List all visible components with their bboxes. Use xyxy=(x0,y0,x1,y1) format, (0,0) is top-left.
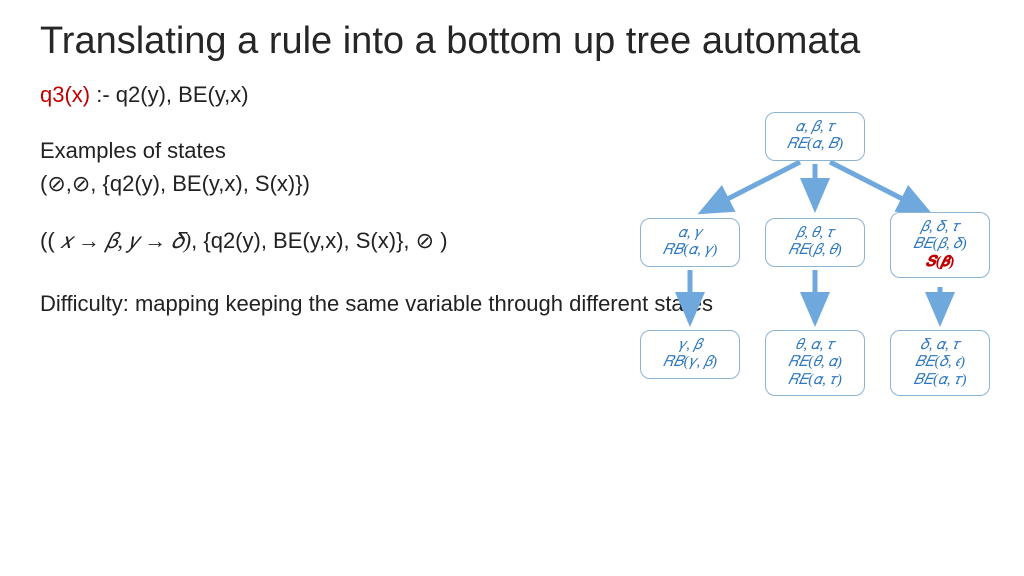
node-line: 𝐵𝐸(𝛽, 𝛿) xyxy=(895,236,985,253)
state-example-1: (⊘,⊘, {q2(y), BE(y,x), S(x)}) xyxy=(40,169,984,200)
node-line: 𝑅𝐵(𝛼, 𝛾) xyxy=(645,242,735,259)
node-line: 𝑅𝐵(𝛾, 𝛽) xyxy=(645,354,735,371)
page-title: Translating a rule into a bottom up tree… xyxy=(40,20,984,64)
tree-root: 𝛼, 𝛽, 𝜏 𝑅𝐸(𝛼, 𝐵) xyxy=(765,112,865,161)
tree-leaf-0: 𝛾, 𝛽 𝑅𝐵(𝛾, 𝛽) xyxy=(640,330,740,379)
tree-leaf-2: 𝛿, 𝛼, 𝜏 𝐵𝐸(𝛿, 𝜖) 𝐵𝐸(𝛼, 𝜏) xyxy=(890,330,990,396)
slide: Translating a rule into a bottom up tree… xyxy=(0,0,1024,576)
state2-body: q2(y), BE(y,x), S(x)}, xyxy=(211,228,416,253)
node-line: 𝛼, 𝛾 xyxy=(645,225,735,242)
tree-mid-1: 𝛽, 𝜃, 𝜏 𝑅𝐸(𝛽, 𝜃) xyxy=(765,218,865,267)
state2-sep: , { xyxy=(191,228,211,253)
rule-sep: :- xyxy=(90,82,116,107)
node-line: 𝛽, 𝛿, 𝜏 xyxy=(895,219,985,236)
node-line: 𝐵𝐸(𝛿, 𝜖) xyxy=(895,354,985,371)
node-line: 𝛽, 𝜃, 𝜏 xyxy=(770,225,860,242)
node-line: 𝜃, 𝛼, 𝜏 xyxy=(770,337,860,354)
tree-leaf-1: 𝜃, 𝛼, 𝜏 𝑅𝐸(𝜃, 𝛼) 𝑅𝐸(𝛼, 𝜏) xyxy=(765,330,865,396)
node-line: 𝛿, 𝛼, 𝜏 xyxy=(895,337,985,354)
node-line-emph: 𝑺(𝜷) xyxy=(895,254,985,271)
node-line: 𝛾, 𝛽 xyxy=(645,337,735,354)
state2-close: ) xyxy=(434,228,447,253)
rule-line: q3(x) :- q2(y), BE(y,x) xyxy=(40,80,984,111)
node-line: 𝑅𝐸(𝛼, 𝜏) xyxy=(770,372,860,389)
rule-body: q2(y), BE(y,x) xyxy=(116,82,249,107)
difficulty-text: Difficulty: mapping keeping the same var… xyxy=(40,289,984,320)
tree-mid-2: 𝛽, 𝛿, 𝜏 𝐵𝐸(𝛽, 𝛿) 𝑺(𝜷) xyxy=(890,212,990,278)
node-line: 𝛼, 𝛽, 𝜏 xyxy=(770,119,860,136)
node-line: 𝐵𝐸(𝛼, 𝜏) xyxy=(895,372,985,389)
node-line: 𝑅𝐸(𝜃, 𝛼) xyxy=(770,354,860,371)
rule-head: q3(x) xyxy=(40,82,90,107)
node-line: 𝑅𝐸(𝛽, 𝜃) xyxy=(770,242,860,259)
state2-open: (( xyxy=(40,228,55,253)
state2-empty: ⊘ xyxy=(416,228,434,253)
state2-map: 𝑥 → 𝛽, 𝑦 → 𝛿) xyxy=(55,228,191,253)
tree-mid-0: 𝛼, 𝛾 𝑅𝐵(𝛼, 𝛾) xyxy=(640,218,740,267)
node-line: 𝑅𝐸(𝛼, 𝐵) xyxy=(770,136,860,153)
